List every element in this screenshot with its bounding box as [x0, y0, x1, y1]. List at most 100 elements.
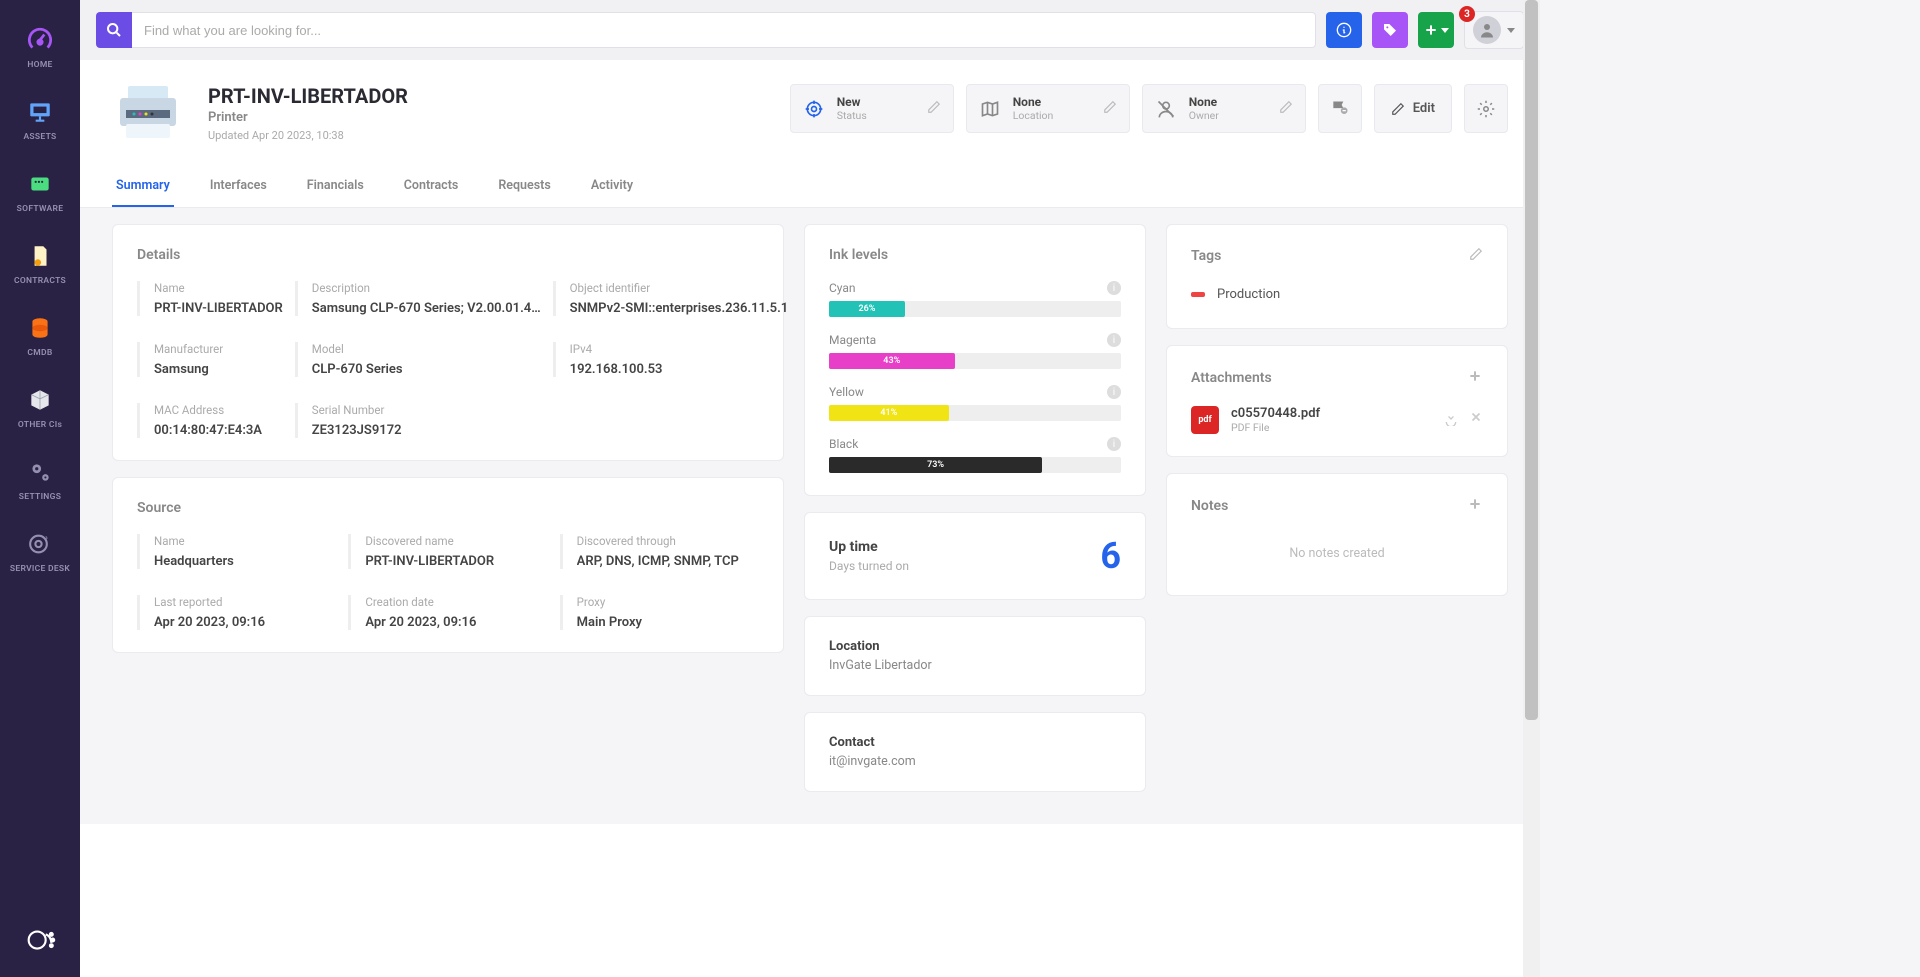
search — [96, 12, 1316, 48]
uptime-value: 6 — [1100, 535, 1121, 577]
card-title: Ink levels — [829, 247, 1121, 263]
tag-label: Production — [1217, 287, 1280, 302]
sidebar-item-label: HOME — [27, 60, 52, 70]
detail-value: PRT-INV-LIBERTADOR — [154, 301, 283, 316]
location-title: Location — [829, 639, 1121, 654]
detail-label: Object identifier — [570, 281, 789, 295]
scrollbar-thumb[interactable] — [1525, 0, 1538, 720]
tag-button[interactable] — [1372, 12, 1408, 48]
status-card-status[interactable]: NewStatus — [790, 84, 954, 133]
tab-financials[interactable]: Financials — [303, 166, 368, 207]
ink-item: Black i 73% — [829, 437, 1121, 473]
delete-icon[interactable] — [1469, 410, 1483, 430]
ink-bar: 41% — [829, 405, 1121, 421]
lifebuoy-icon: › — [26, 530, 54, 558]
source-grid: NameHeadquartersDiscovered namePRT-INV-L… — [137, 534, 759, 630]
ink-name: Cyan — [829, 281, 856, 295]
sidebar-item-home[interactable]: HOME — [0, 12, 80, 84]
edit-icon[interactable] — [927, 100, 941, 118]
gears-icon — [26, 458, 54, 486]
sidebar-item-label: SETTINGS — [19, 492, 61, 502]
sidebar-item-settings[interactable]: SETTINGS — [0, 444, 80, 516]
edit-icon[interactable] — [1279, 100, 1293, 118]
asset-type: Printer — [208, 110, 408, 125]
ink-item: Yellowi41% — [829, 385, 1121, 421]
tab-summary[interactable]: Summary — [112, 166, 174, 207]
edit-icon[interactable] — [1103, 100, 1117, 118]
content: PRT-INV-LIBERTADOR Printer Updated Apr 2… — [80, 60, 1540, 977]
info-icon[interactable]: i — [1107, 437, 1121, 451]
status-card-location[interactable]: NoneLocation — [966, 84, 1130, 133]
detail-value: Main Proxy — [577, 615, 759, 630]
detail-value: PRT-INV-LIBERTADOR — [365, 554, 547, 569]
tab-activity[interactable]: Activity — [587, 166, 637, 207]
sidebar-item-service-desk[interactable]: › SERVICE DESK — [0, 516, 80, 588]
download-icon[interactable] — [1443, 410, 1459, 430]
sidebar-item-contracts[interactable]: CONTRACTS — [0, 228, 80, 300]
detail-value: ZE3123JS9172 — [312, 423, 541, 438]
main: 3 PRT-INV-LIBERTADOR Printer Updated Apr… — [80, 0, 1540, 977]
detail-value: Apr 20 2023, 09:16 — [154, 615, 336, 630]
ink-item: Cyan i 26% — [829, 281, 1121, 317]
contract-icon — [26, 242, 54, 270]
add-button[interactable] — [1418, 12, 1454, 48]
info-icon[interactable]: i — [1107, 281, 1121, 295]
header-text: PRT-INV-LIBERTADOR Printer Updated Apr 2… — [208, 84, 408, 142]
status-value: New — [837, 95, 915, 109]
notes-card: Notes No notes created — [1166, 473, 1508, 596]
scrollbar[interactable] — [1523, 0, 1540, 977]
ink-name: Black — [829, 437, 858, 451]
settings-button[interactable] — [1464, 84, 1508, 133]
sidebar: HOME ASSETS SOFTWARE CONTRACTS CMDB OTHE… — [0, 0, 80, 977]
sidebar-item-assets[interactable]: ASSETS — [0, 84, 80, 156]
user-menu[interactable]: 3 — [1464, 11, 1524, 49]
contact-card: Contact it@invgate.com — [804, 712, 1146, 792]
pdf-icon: pdf — [1191, 406, 1219, 434]
search-input[interactable] — [132, 12, 1316, 48]
tag-item[interactable]: Production — [1191, 283, 1483, 306]
detail-item: Object identifierSNMPv2-SMI::enterprises… — [553, 281, 789, 316]
flag-button[interactable] — [1318, 84, 1362, 133]
search-button[interactable] — [96, 12, 132, 48]
tags-card: Tags Production — [1166, 224, 1508, 329]
detail-label: Manufacturer — [154, 342, 283, 356]
sidebar-item-label: SERVICE DESK — [10, 564, 70, 574]
sidebar-item-cmdb[interactable]: CMDB — [0, 300, 80, 372]
add-note-icon[interactable] — [1467, 496, 1483, 516]
detail-label: MAC Address — [154, 403, 283, 417]
info-icon[interactable]: i — [1107, 385, 1121, 399]
tag-icon — [1382, 22, 1398, 38]
edit-tags-icon[interactable] — [1469, 247, 1483, 265]
info-button[interactable] — [1326, 12, 1362, 48]
ink-fill: 26% — [829, 301, 905, 317]
detail-value: ARP, DNS, ICMP, SNMP, TCP — [577, 554, 759, 569]
status-label: Status — [837, 109, 915, 122]
search-icon — [106, 22, 122, 38]
status-card-owner[interactable]: NoneOwner — [1142, 84, 1306, 133]
detail-item: ManufacturerSamsung — [137, 342, 283, 377]
detail-item: NameHeadquarters — [137, 534, 336, 569]
map-icon — [979, 98, 1001, 120]
ink-fill: 73% — [829, 457, 1042, 473]
detail-item: ProxyMain Proxy — [560, 595, 759, 630]
details-card: Details NamePRT-INV-LIBERTADORDescriptio… — [112, 224, 784, 461]
tab-contracts[interactable]: Contracts — [400, 166, 463, 207]
sidebar-item-other-cis[interactable]: OTHER CIs — [0, 372, 80, 444]
detail-item: MAC Address00:14:80:47:E4:3A — [137, 403, 283, 438]
edit-button[interactable]: Edit — [1374, 84, 1452, 133]
gear-icon — [1477, 100, 1495, 118]
info-icon[interactable]: i — [1107, 333, 1121, 347]
tab-requests[interactable]: Requests — [494, 166, 554, 207]
ink-bar: 26% — [829, 301, 1121, 317]
tab-interfaces[interactable]: Interfaces — [206, 166, 271, 207]
pencil-icon — [1391, 102, 1405, 116]
detail-item: IPv4192.168.100.53 — [553, 342, 789, 377]
info-icon — [1336, 22, 1352, 38]
add-attachment-icon[interactable] — [1467, 368, 1483, 388]
asset-header: PRT-INV-LIBERTADOR Printer Updated Apr 2… — [80, 60, 1540, 208]
sidebar-item-software[interactable]: SOFTWARE — [0, 156, 80, 228]
detail-item: DescriptionSamsung CLP-670 Series; V2.00… — [295, 281, 541, 316]
software-icon — [26, 170, 54, 198]
attachments-card: Attachments pdf c05570448.pdf PDF File — [1166, 345, 1508, 457]
contact-value: it@invgate.com — [829, 754, 1121, 769]
